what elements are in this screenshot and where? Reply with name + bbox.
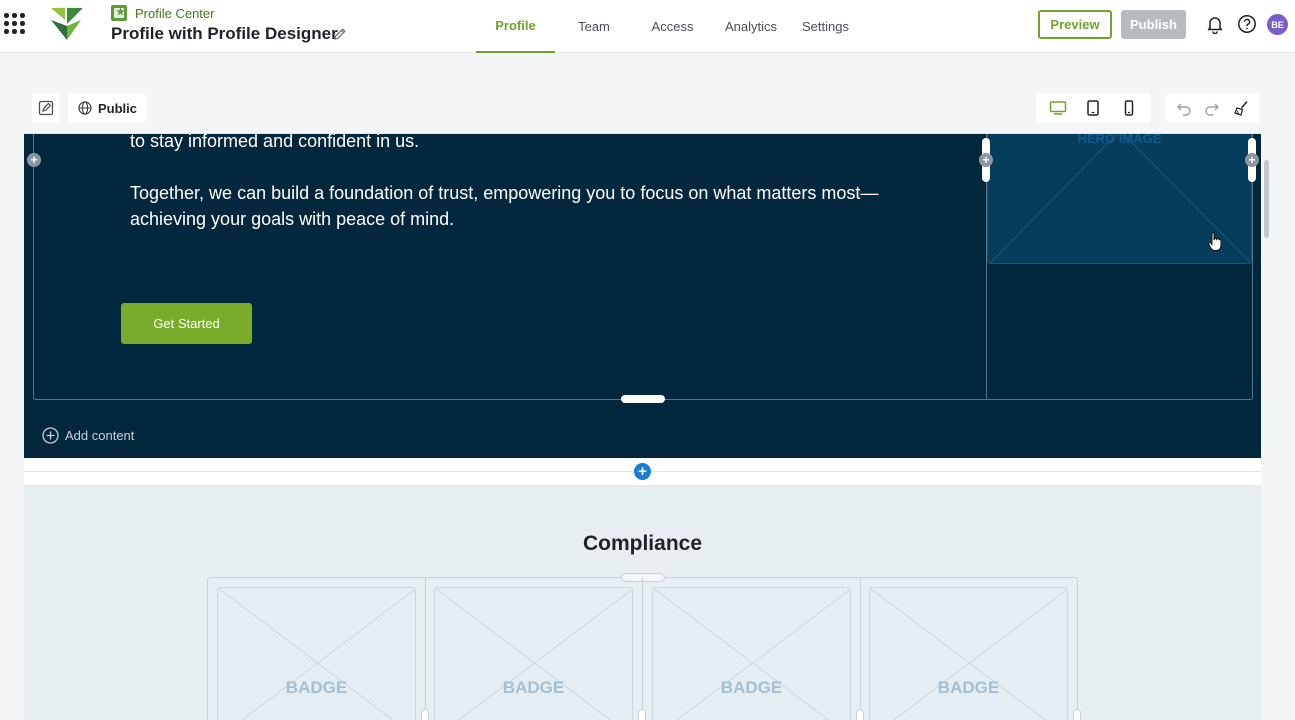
column-divider <box>425 578 426 720</box>
add-content-label: Add content <box>65 428 135 443</box>
globe-icon <box>78 101 92 115</box>
brand-logo[interactable] <box>51 6 84 40</box>
badge-label: BADGE <box>720 678 783 697</box>
column-divider <box>860 578 861 720</box>
hero-paragraph: Together, we can build a foundation of t… <box>130 183 879 229</box>
tablet-icon <box>1087 100 1100 116</box>
section-heading: Compliance <box>582 532 703 555</box>
desktop-view-button[interactable] <box>1046 96 1070 120</box>
compliance-section[interactable]: Compliance BADGE BADGE BADGE BADGE <box>24 485 1261 720</box>
column-resize-handle[interactable] <box>856 709 864 720</box>
redo-icon <box>1205 103 1220 116</box>
column-resize-handle[interactable] <box>421 709 429 720</box>
breadcrumb[interactable]: ★ Profile Center <box>111 5 214 21</box>
add-column-middle-button[interactable]: + <box>979 153 993 167</box>
undo-button[interactable] <box>1172 96 1196 120</box>
tab-profile[interactable]: Profile <box>476 0 555 53</box>
tab-analytics[interactable]: Analytics <box>712 0 790 53</box>
scrollbar-thumb[interactable] <box>1264 160 1269 238</box>
tablet-view-button[interactable] <box>1081 96 1105 120</box>
add-column-right-button[interactable]: + <box>1245 153 1259 167</box>
badge-placeholder[interactable]: BADGE <box>434 587 633 720</box>
top-bar: ★ Profile Center Profile with Profile De… <box>0 0 1295 53</box>
hero-text-block[interactable]: to stay informed and confident in us. To… <box>130 134 890 258</box>
page-title: Profile with Profile Designer <box>111 24 338 43</box>
device-preview-group <box>1036 93 1151 123</box>
image-placeholder-icon <box>870 588 1067 720</box>
visibility-label: Public <box>98 100 138 116</box>
help-icon[interactable] <box>1237 14 1257 34</box>
breadcrumb-label: Profile Center <box>135 5 215 21</box>
badge-placeholder[interactable]: BADGE <box>652 587 851 720</box>
badge-placeholder[interactable]: BADGE <box>869 587 1068 720</box>
badge-row: BADGE BADGE BADGE BADGE <box>207 573 1081 720</box>
row-resize-handle[interactable] <box>621 395 665 403</box>
add-column-left-button[interactable]: + <box>27 153 41 167</box>
redo-button[interactable] <box>1200 96 1224 120</box>
image-placeholder-icon <box>435 588 632 720</box>
image-placeholder-icon <box>653 588 850 720</box>
add-content-button[interactable]: Add content <box>42 427 134 444</box>
column-resize-handle[interactable] <box>638 709 646 720</box>
preview-button[interactable]: Preview <box>1038 10 1112 39</box>
history-group <box>1166 93 1259 123</box>
add-section-button[interactable]: + <box>634 463 651 480</box>
hero-paragraph: to stay informed and confident in us. <box>130 134 420 151</box>
tab-team[interactable]: Team <box>555 0 633 53</box>
tab-settings[interactable]: Settings <box>790 0 861 53</box>
hero-section[interactable]: to stay informed and confident in us. To… <box>24 134 1261 458</box>
clear-format-button[interactable] <box>1229 96 1253 120</box>
app-launcher-icon[interactable] <box>4 13 26 35</box>
profile-center-icon: ★ <box>111 5 127 21</box>
image-placeholder-icon <box>218 588 415 720</box>
plus-circle-icon <box>42 427 59 444</box>
badge-label: BADGE <box>285 678 348 697</box>
pencil-icon[interactable] <box>333 27 347 41</box>
badge-label: BADGE <box>937 678 1000 697</box>
desktop-icon <box>1049 101 1067 115</box>
layout-edit-icon <box>38 100 53 116</box>
broom-icon <box>1234 101 1248 116</box>
publish-button[interactable]: Publish <box>1121 10 1186 39</box>
row-top-handle[interactable] <box>621 573 665 582</box>
get-started-button[interactable]: Get Started <box>121 303 252 344</box>
bell-icon[interactable] <box>1206 15 1224 34</box>
column-resize-handle[interactable] <box>1073 709 1081 720</box>
visibility-selector[interactable]: Public <box>68 93 146 123</box>
mobile-view-button[interactable] <box>1117 96 1141 120</box>
badge-label: BADGE <box>502 678 565 697</box>
user-avatar[interactable]: BE <box>1267 14 1288 35</box>
main-nav: Profile Team Access Analytics Settings <box>476 0 861 53</box>
tab-access[interactable]: Access <box>633 0 712 53</box>
hero-image-label: HERO IMAGE <box>1077 134 1162 146</box>
badge-placeholder[interactable]: BADGE <box>217 587 416 720</box>
toggle-sidebar-button[interactable] <box>32 93 59 123</box>
undo-icon <box>1177 103 1191 116</box>
profile-editor-canvas: Public to stay informed and confident in… <box>24 84 1261 720</box>
pointer-hand-icon <box>1208 232 1222 251</box>
column-divider <box>642 578 643 720</box>
mobile-icon <box>1124 100 1134 116</box>
editor-toolbar: Public <box>24 84 1261 134</box>
